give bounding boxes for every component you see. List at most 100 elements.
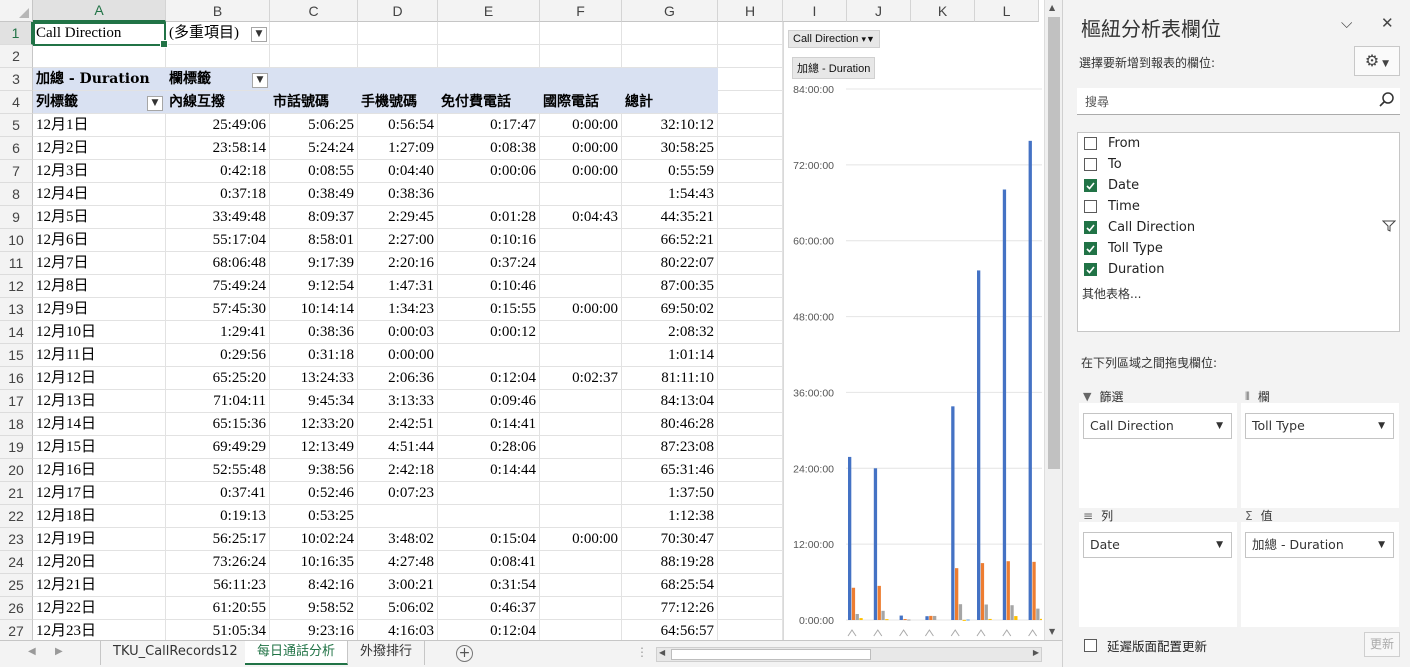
value-cell[interactable]: 2:20:16: [358, 252, 438, 275]
value-cell[interactable]: [358, 505, 438, 528]
value-cell[interactable]: [540, 459, 622, 482]
value-cell[interactable]: 0:07:23: [358, 482, 438, 505]
pivot-column-header[interactable]: 市話號碼: [270, 91, 358, 114]
layout-options-button[interactable]: ⚙ ▼: [1354, 46, 1400, 76]
value-cell[interactable]: [540, 344, 622, 367]
bar[interactable]: [855, 613, 859, 620]
field-search-input[interactable]: 搜尋: [1077, 88, 1400, 115]
row-header[interactable]: 5: [0, 114, 33, 137]
value-cell[interactable]: 70:30:47: [622, 528, 718, 551]
bar[interactable]: [955, 568, 959, 620]
value-cell[interactable]: 81:11:10: [622, 367, 718, 390]
value-cell[interactable]: 4:51:44: [358, 436, 438, 459]
row-header[interactable]: 8: [0, 183, 33, 206]
pivot-column-header[interactable]: 內線互撥: [166, 91, 270, 114]
bar[interactable]: [933, 615, 937, 620]
column-header[interactable]: G: [622, 0, 718, 22]
value-cell[interactable]: 0:14:41: [438, 413, 540, 436]
row-header[interactable]: 21: [0, 482, 33, 505]
update-button[interactable]: 更新: [1364, 632, 1400, 657]
row-header[interactable]: 3: [0, 68, 33, 91]
value-cell[interactable]: [540, 597, 622, 620]
row-label-cell[interactable]: 12月16日: [33, 459, 166, 482]
field-checkbox[interactable]: [1084, 199, 1097, 213]
column-header[interactable]: L: [975, 0, 1039, 22]
bar[interactable]: [877, 585, 881, 620]
empty-cell[interactable]: [622, 45, 718, 68]
column-header[interactable]: D: [358, 0, 438, 22]
column-label-dropdown-icon[interactable]: ▼: [252, 73, 268, 88]
value-cell[interactable]: [540, 505, 622, 528]
values-field-pill[interactable]: 加總 - Duration ▼: [1245, 532, 1394, 558]
row-header[interactable]: 20: [0, 459, 33, 482]
value-cell[interactable]: 0:31:18: [270, 344, 358, 367]
column-header[interactable]: K: [911, 0, 975, 22]
prev-sheet-icon[interactable]: ◀: [28, 646, 36, 657]
value-cell[interactable]: 61:20:55: [166, 597, 270, 620]
row-label-cell[interactable]: 12月10日: [33, 321, 166, 344]
value-cell[interactable]: 77:12:26: [622, 597, 718, 620]
tab-outbound-ranking[interactable]: 外撥排行: [348, 641, 426, 665]
bar[interactable]: [1010, 605, 1014, 620]
empty-cell[interactable]: [270, 45, 358, 68]
value-cell[interactable]: 0:12:04: [438, 620, 540, 640]
value-cell[interactable]: 0:15:04: [438, 528, 540, 551]
field-item[interactable]: Toll Type: [1084, 238, 1163, 258]
bar[interactable]: [907, 619, 911, 621]
value-cell[interactable]: [540, 482, 622, 505]
row-label-cell[interactable]: 12月1日: [33, 114, 166, 137]
bar[interactable]: [951, 406, 955, 620]
row-label-cell[interactable]: 12月8日: [33, 275, 166, 298]
value-cell[interactable]: 80:46:28: [622, 413, 718, 436]
bar[interactable]: [988, 618, 992, 620]
column-header[interactable]: A: [33, 0, 166, 22]
bar[interactable]: [1006, 561, 1010, 620]
chevron-down-icon[interactable]: ▼: [1216, 533, 1223, 557]
value-cell[interactable]: 84:13:04: [622, 390, 718, 413]
column-header[interactable]: C: [270, 0, 358, 22]
bar[interactable]: [980, 563, 985, 620]
column-header[interactable]: E: [438, 0, 540, 22]
value-cell[interactable]: [438, 344, 540, 367]
rows-field-pill[interactable]: Date ▼: [1083, 532, 1232, 558]
value-cell[interactable]: 0:00:00: [540, 528, 622, 551]
pivot-values-label[interactable]: 加總 - Duration: [33, 68, 166, 91]
field-item[interactable]: From: [1084, 133, 1140, 153]
row-label-cell[interactable]: 12月12日: [33, 367, 166, 390]
value-cell[interactable]: 0:10:46: [438, 275, 540, 298]
row-header[interactable]: 7: [0, 160, 33, 183]
value-cell[interactable]: 0:00:00: [540, 160, 622, 183]
value-cell[interactable]: 1:34:23: [358, 298, 438, 321]
empty-cell[interactable]: [438, 45, 540, 68]
value-cell[interactable]: 56:25:17: [166, 528, 270, 551]
row-header[interactable]: 16: [0, 367, 33, 390]
value-cell[interactable]: [540, 229, 622, 252]
row-header[interactable]: 13: [0, 298, 33, 321]
value-cell[interactable]: 8:58:01: [270, 229, 358, 252]
horizontal-scroll-thumb[interactable]: [671, 649, 871, 660]
rows-area[interactable]: Date ▼: [1079, 522, 1237, 627]
bar[interactable]: [958, 604, 963, 620]
scroll-right-icon[interactable]: ▶: [1033, 648, 1039, 657]
value-cell[interactable]: 66:52:21: [622, 229, 718, 252]
bar[interactable]: [1028, 140, 1032, 620]
value-cell[interactable]: 0:38:36: [270, 321, 358, 344]
tab-tku-callrecords12[interactable]: TKU_CallRecords12: [100, 641, 251, 665]
bar[interactable]: [1002, 189, 1007, 620]
value-cell[interactable]: 64:56:57: [622, 620, 718, 640]
scroll-down-icon[interactable]: ▼: [1049, 627, 1055, 636]
value-cell[interactable]: 65:25:20: [166, 367, 270, 390]
bar[interactable]: [873, 468, 878, 620]
column-header[interactable]: F: [540, 0, 622, 22]
value-cell[interactable]: 0:00:00: [540, 298, 622, 321]
row-header[interactable]: 23: [0, 528, 33, 551]
pivot-column-header[interactable]: 免付費電話: [438, 91, 540, 114]
value-cell[interactable]: 52:55:48: [166, 459, 270, 482]
value-cell[interactable]: 2:42:51: [358, 413, 438, 436]
row-header[interactable]: 17: [0, 390, 33, 413]
filter-area[interactable]: Call Direction ▼: [1079, 403, 1237, 508]
defer-update-checkbox[interactable]: [1084, 639, 1097, 652]
row-label-cell[interactable]: 12月13日: [33, 390, 166, 413]
value-cell[interactable]: [540, 321, 622, 344]
value-cell[interactable]: 0:08:55: [270, 160, 358, 183]
